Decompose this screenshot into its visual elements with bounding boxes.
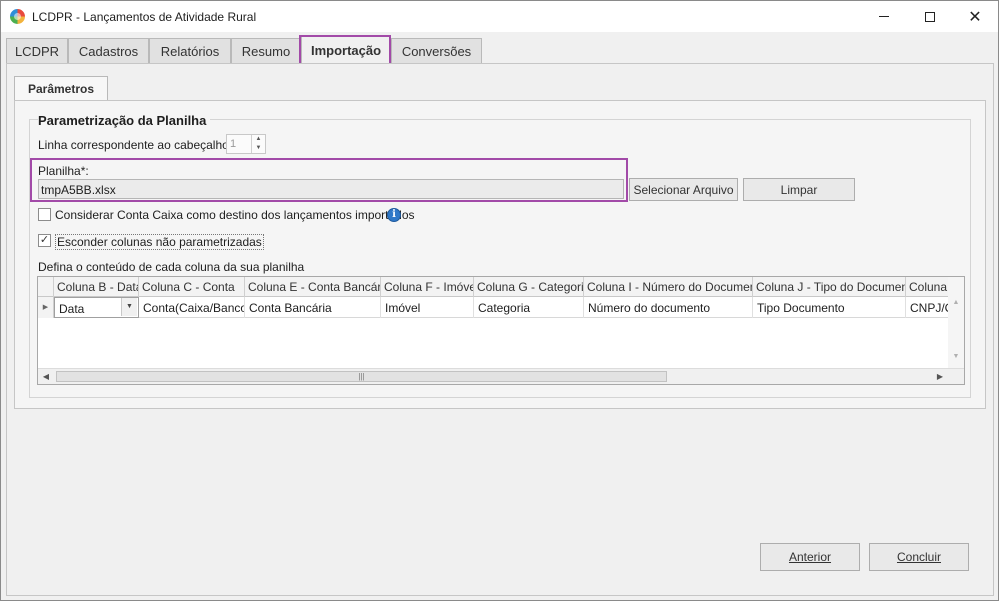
tab-relatorios[interactable]: Relatórios — [149, 38, 231, 63]
scroll-up-icon[interactable]: ▲ — [948, 299, 964, 311]
sheet-file-field[interactable]: tmpA5BB.xlsx — [38, 179, 624, 199]
grid-cell[interactable]: Conta Bancária — [245, 297, 381, 318]
grid-header-cell[interactable]: Coluna J - Tipo do Documento — [753, 277, 906, 297]
grid-caption: Defina o conteúdo de cada coluna da sua … — [38, 260, 305, 274]
table-row: ▶ Data ▼ Conta(Caixa/Banco) Conta Bancár… — [38, 297, 964, 318]
grid-header-cell[interactable]: Coluna F - Imóvel — [381, 277, 474, 297]
title-bar: LCDPR - Lançamentos de Atividade Rural ✕ — [1, 1, 998, 32]
tab-importacao[interactable]: Importação — [301, 36, 391, 64]
window-title: LCDPR - Lançamentos de Atividade Rural — [32, 10, 257, 24]
grid-header-cell[interactable]: Coluna G - Categoria — [474, 277, 584, 297]
grid-cell[interactable]: Categoria — [474, 297, 584, 318]
chevron-down-icon[interactable]: ▼ — [121, 298, 137, 316]
scroll-down-icon[interactable]: ▼ — [948, 353, 964, 365]
row-indicator-header — [38, 277, 54, 297]
scroll-left-icon[interactable]: ◀ — [38, 369, 54, 384]
back-button[interactable]: Anterior — [760, 543, 860, 571]
select-file-button[interactable]: Selecionar Arquivo — [629, 178, 738, 201]
header-line-stepper[interactable]: 1 ▲ ▼ — [226, 134, 266, 154]
header-line-label: Linha correspondente ao cabeçalho* — [38, 138, 234, 152]
header-line-value: 1 — [230, 138, 237, 150]
tab-parametros[interactable]: Parâmetros — [14, 76, 108, 101]
cash-account-label: Considerar Conta Caixa como destino dos … — [55, 208, 415, 222]
app-logo-icon — [10, 9, 25, 24]
tab-resumo[interactable]: Resumo — [231, 38, 301, 63]
maximize-button[interactable] — [907, 1, 953, 32]
chevron-up-icon[interactable]: ▲ — [252, 135, 265, 144]
scroll-right-icon[interactable]: ▶ — [932, 369, 948, 384]
info-icon[interactable]: i — [387, 208, 401, 222]
vertical-scrollbar[interactable]: ▲ ▼ — [948, 277, 964, 369]
grid-cell[interactable]: CNPJ/Cl — [906, 297, 948, 318]
scroll-thumb[interactable]: ||| — [56, 371, 667, 382]
row-pointer-icon: ▶ — [38, 297, 54, 318]
grid-cell[interactable]: Imóvel — [381, 297, 474, 318]
hide-columns-label: Esconder colunas não parametrizadas — [55, 234, 264, 250]
column-mapping-grid: Coluna B - Data Coluna C - Conta Coluna … — [37, 276, 965, 385]
app-window: LCDPR - Lançamentos de Atividade Rural ✕… — [0, 0, 999, 601]
close-icon: ✕ — [968, 6, 982, 26]
minimize-button[interactable] — [861, 1, 907, 32]
maximize-icon — [925, 11, 935, 22]
tab-cadastros[interactable]: Cadastros — [68, 38, 149, 63]
grid-header-cell[interactable]: Coluna B - Data — [54, 277, 139, 297]
grid-cell[interactable]: Tipo Documento — [753, 297, 906, 318]
horizontal-scrollbar[interactable]: ◀ ||| ▶ — [38, 368, 964, 384]
sheet-label: Planilha*: — [38, 164, 89, 178]
grid-header-cell[interactable]: Coluna C - Conta — [139, 277, 245, 297]
close-button[interactable]: ✕ — [952, 1, 998, 32]
clear-button[interactable]: Limpar — [743, 178, 855, 201]
group-title: Parametrização da Planilha — [38, 113, 211, 128]
stepper-arrows[interactable]: ▲ ▼ — [251, 135, 265, 153]
grid-cell[interactable]: Conta(Caixa/Banco) — [139, 297, 245, 318]
finish-button[interactable]: Concluir — [869, 543, 969, 571]
grid-header: Coluna B - Data Coluna C - Conta Coluna … — [38, 277, 964, 297]
grid-cell[interactable]: Número do documento — [584, 297, 753, 318]
grid-header-cell[interactable]: Coluna E - Conta Bancária — [245, 277, 381, 297]
minimize-icon — [879, 16, 889, 17]
cash-account-checkbox[interactable] — [38, 208, 51, 221]
tab-conversoes[interactable]: Conversões — [391, 38, 482, 63]
tab-lcdpr[interactable]: LCDPR — [6, 38, 68, 63]
hide-columns-checkbox[interactable]: ✓ — [38, 234, 51, 247]
chevron-down-icon[interactable]: ▼ — [252, 144, 265, 153]
grid-header-cell[interactable]: Coluna I - Número do Documento — [584, 277, 753, 297]
mapping-select-value: Data — [59, 302, 85, 316]
